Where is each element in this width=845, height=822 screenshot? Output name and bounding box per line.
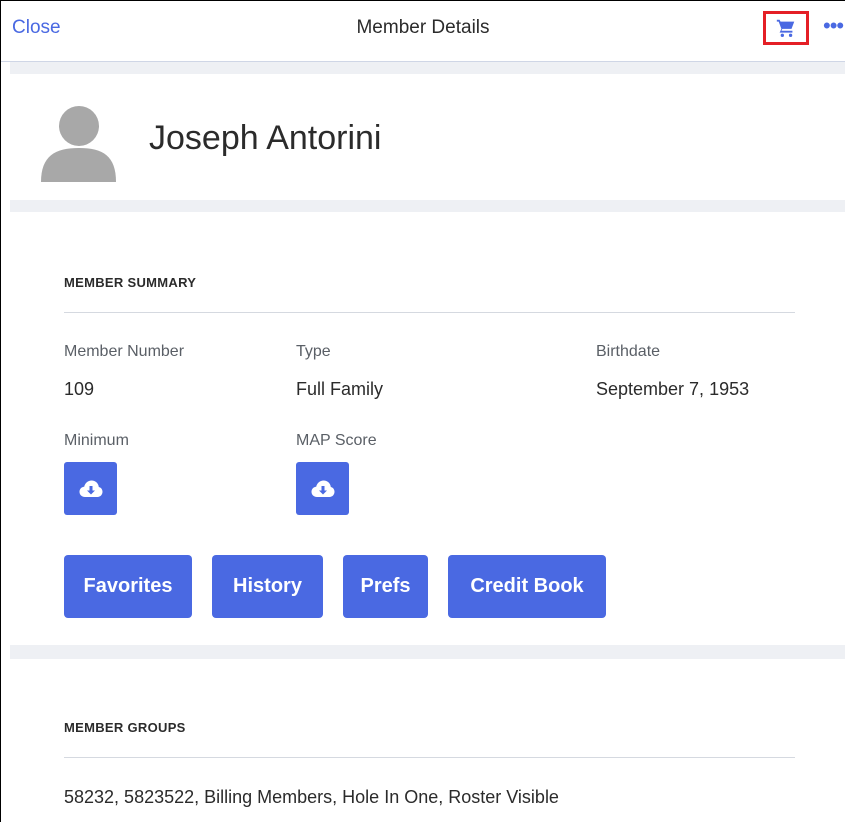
member-name: Joseph Antorini — [149, 119, 382, 157]
separator — [10, 200, 845, 212]
separator — [10, 62, 845, 74]
favorites-button[interactable]: Favorites — [64, 555, 192, 618]
type-label: Type — [296, 343, 331, 360]
prefs-button[interactable]: Prefs — [343, 555, 428, 618]
type-value: Full Family — [296, 379, 384, 399]
member-groups-heading: MEMBER GROUPS — [64, 720, 186, 735]
birthdate-label: Birthdate — [596, 343, 661, 360]
divider — [64, 757, 795, 758]
map-score-label: MAP Score — [296, 432, 377, 449]
cart-button[interactable] — [763, 11, 809, 45]
cloud-download-icon — [79, 480, 102, 497]
separator — [10, 645, 845, 659]
header-bar: Close Member Details ••• — [1, 1, 845, 62]
history-button[interactable]: History — [212, 555, 323, 618]
member-number-value: 109 — [64, 379, 95, 399]
window-frame — [0, 0, 845, 822]
member-groups-list: 58232, 5823522, Billing Members, Hole In… — [64, 787, 559, 807]
member-summary-heading: MEMBER SUMMARY — [64, 275, 197, 290]
more-options-button[interactable]: ••• — [823, 13, 844, 39]
divider — [64, 312, 795, 313]
member-number-label: Member Number — [64, 343, 185, 360]
cloud-download-icon — [311, 480, 334, 497]
birthdate-value: September 7, 1953 — [596, 379, 750, 399]
avatar-icon — [41, 106, 116, 182]
cart-icon — [776, 19, 795, 37]
minimum-download-button[interactable] — [64, 462, 117, 515]
credit-book-button[interactable]: Credit Book — [448, 555, 606, 618]
map-score-download-button[interactable] — [296, 462, 349, 515]
page-title: Member Details — [356, 17, 490, 38]
minimum-label: Minimum — [64, 432, 129, 449]
